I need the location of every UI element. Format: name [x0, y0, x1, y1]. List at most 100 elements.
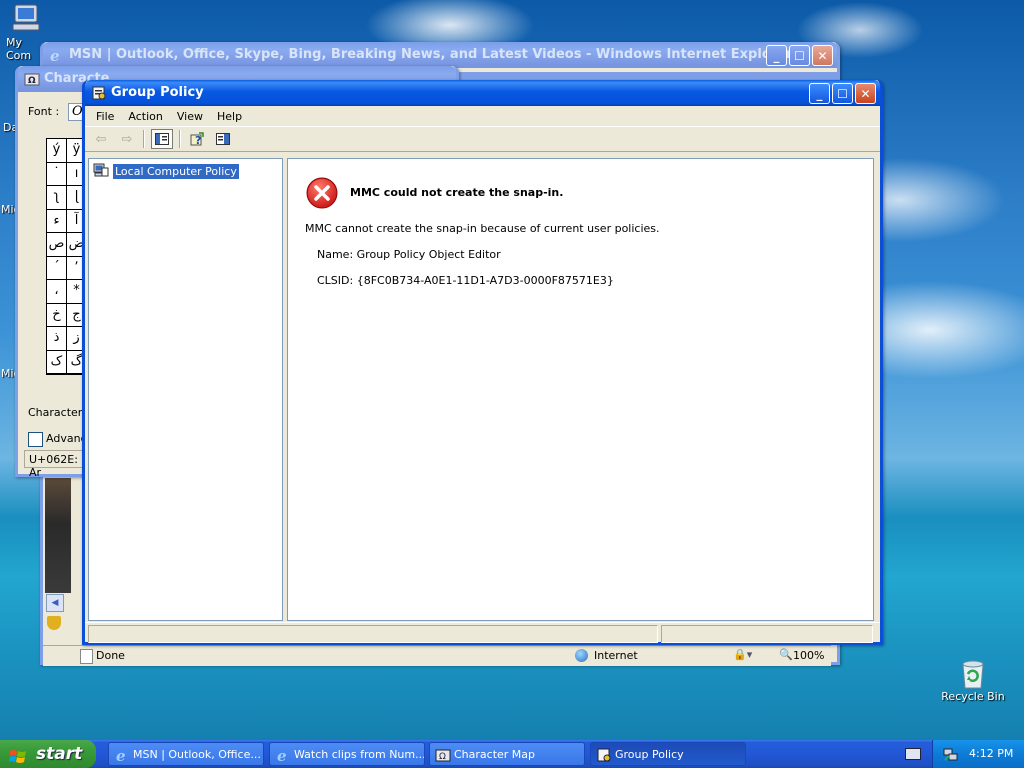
help-icon[interactable]: ? [187, 130, 207, 148]
character-grid-row: ˊʼ [47, 256, 87, 280]
recycle-bin-icon [957, 656, 989, 689]
advanced-view-checkbox[interactable] [28, 432, 43, 447]
desktop-icon-label: Recycle Bin [941, 690, 1005, 703]
mmc-icon [91, 85, 107, 101]
start-button[interactable]: start [0, 740, 96, 768]
character-grid-row: ʅɭ [47, 186, 87, 210]
taskbar-button-msn[interactable]: e MSN | Outlook, Office... [108, 742, 264, 766]
snapin-clsid: CLSID: {8FC0B734-A0E1-11D1-A7D3-0000F875… [317, 274, 614, 287]
error-heading: MMC could not create the snap-in. [350, 186, 564, 199]
network-icon[interactable] [943, 746, 959, 765]
svg-text:e: e [116, 747, 126, 763]
character-cell[interactable]: ص [47, 233, 67, 256]
charmap-status: U+062E: Ar [24, 450, 84, 479]
clock[interactable]: 4:12 PM [969, 747, 1013, 760]
show-hide-console-tree-icon[interactable] [151, 129, 173, 149]
my-computer-icon [9, 2, 41, 34]
snapin-name: Name: Group Policy Object Editor [317, 248, 501, 261]
taskbar-button-watch-clips[interactable]: e Watch clips from Num... [269, 742, 425, 766]
character-grid-row: ءآ [47, 209, 87, 233]
security-shield-icon [47, 616, 61, 630]
character-cell[interactable]: ک [47, 350, 67, 373]
minimize-button[interactable]: _ [766, 45, 787, 66]
close-button[interactable]: ✕ [855, 83, 876, 104]
windows-logo-icon [9, 746, 27, 763]
taskbar-button-group-policy[interactable]: Group Policy [590, 742, 746, 766]
error-icon [306, 177, 338, 212]
back-arrow-icon[interactable]: ⇦ [91, 130, 111, 148]
zoom-icon: 🔍 [779, 648, 793, 661]
ie-titlebar[interactable]: e MSN | Outlook, Office, Skype, Bing, Br… [43, 42, 837, 68]
tree-item-local-computer-policy[interactable]: Local Computer Policy [93, 162, 239, 181]
mmc-menubar: File Action View Help [85, 106, 880, 126]
charmap-icon: Ω [24, 71, 40, 87]
task-label: Character Map [454, 748, 536, 761]
character-grid-row: ýÿ [47, 139, 87, 163]
font-label: Font : [28, 105, 60, 118]
task-label: Watch clips from Num... [294, 748, 425, 761]
character-cell[interactable]: ý [47, 139, 67, 162]
scroll-left-button[interactable]: ◀ [46, 594, 64, 612]
toolbar-separator [143, 130, 145, 148]
character-cell[interactable]: ˙ [47, 162, 67, 185]
menu-help[interactable]: Help [210, 110, 249, 123]
mmc-window[interactable]: Group Policy _ ☐ ✕ File Action View Help… [82, 80, 883, 645]
protected-mode-icon[interactable]: 🔒▾ [733, 648, 752, 661]
taskbar: start e MSN | Outlook, Office... e Watch… [0, 740, 1024, 768]
close-button[interactable]: ✕ [812, 45, 833, 66]
start-label: start [36, 744, 83, 764]
character-cell[interactable]: خ [47, 303, 67, 326]
mmc-statusbar [85, 622, 880, 643]
character-cell[interactable]: ˊ [47, 256, 67, 279]
desktop-icon-recycle-bin[interactable]: Recycle Bin [938, 656, 1008, 703]
svg-text:Ω: Ω [28, 76, 36, 86]
character-grid-row: خج [47, 303, 87, 327]
character-cell[interactable]: ذ [47, 327, 67, 350]
forward-arrow-icon[interactable]: ⇨ [117, 130, 137, 148]
character-grid-row: ˙ ı [47, 162, 87, 186]
character-cell[interactable]: ʅ [47, 186, 67, 209]
taskbar-button-character-map[interactable]: Ω Character Map [429, 742, 585, 766]
internet-zone-icon [575, 649, 588, 662]
ie-zone-text: Internet [594, 649, 638, 662]
ie-zoom-level[interactable]: 100% [793, 649, 824, 662]
mmc-toolbar: ⇦ ⇨ ? [85, 126, 880, 152]
character-grid-row: ، * [47, 280, 87, 304]
menu-file[interactable]: File [89, 110, 121, 123]
toolbar-separator [179, 130, 181, 148]
tree-item-label: Local Computer Policy [113, 164, 239, 179]
character-grid-row: صض [47, 233, 87, 257]
snapin-result-pane: MMC could not create the snap-in. MMC ca… [287, 158, 874, 621]
minimize-button[interactable]: _ [809, 83, 830, 104]
maximize-button[interactable]: ☐ [789, 45, 810, 66]
character-grid-row: ذز [47, 327, 87, 351]
character-cell[interactable]: ، [47, 280, 67, 303]
ie-icon: e [49, 47, 65, 65]
mmc-title: Group Policy [111, 85, 204, 100]
menu-view[interactable]: View [170, 110, 210, 123]
ie-statusbar: Done Internet 🔒▾ 🔍 100% [43, 645, 831, 666]
svg-text:e: e [50, 47, 60, 63]
task-label: MSN | Outlook, Office... [133, 748, 261, 761]
svg-text:?: ? [195, 134, 201, 147]
show-hide-action-pane-icon[interactable] [213, 130, 233, 148]
ie-status-text: Done [96, 649, 125, 662]
system-tray: 4:12 PM [932, 740, 1024, 768]
mmc-titlebar[interactable]: Group Policy _ ☐ ✕ [85, 80, 880, 106]
ie-title: MSN | Outlook, Office, Skype, Bing, Brea… [69, 47, 793, 62]
menu-action[interactable]: Action [121, 110, 169, 123]
characters-label: Characters [28, 406, 89, 419]
svg-text:Ω: Ω [439, 752, 446, 762]
error-message: MMC cannot create the snap-in because of… [305, 222, 660, 235]
character-grid-row: کگ [47, 350, 87, 374]
ie-content-preview [45, 478, 71, 593]
advanced-view-label: Advanc [46, 432, 87, 445]
keyboard-icon[interactable] [905, 748, 921, 760]
task-label: Group Policy [615, 748, 684, 761]
ie-page-icon [80, 649, 93, 664]
svg-text:e: e [277, 747, 287, 763]
character-cell[interactable]: ء [47, 209, 67, 232]
charmap-icon: Ω [435, 747, 451, 763]
console-tree-pane[interactable]: Local Computer Policy [88, 158, 283, 621]
maximize-button[interactable]: ☐ [832, 83, 853, 104]
